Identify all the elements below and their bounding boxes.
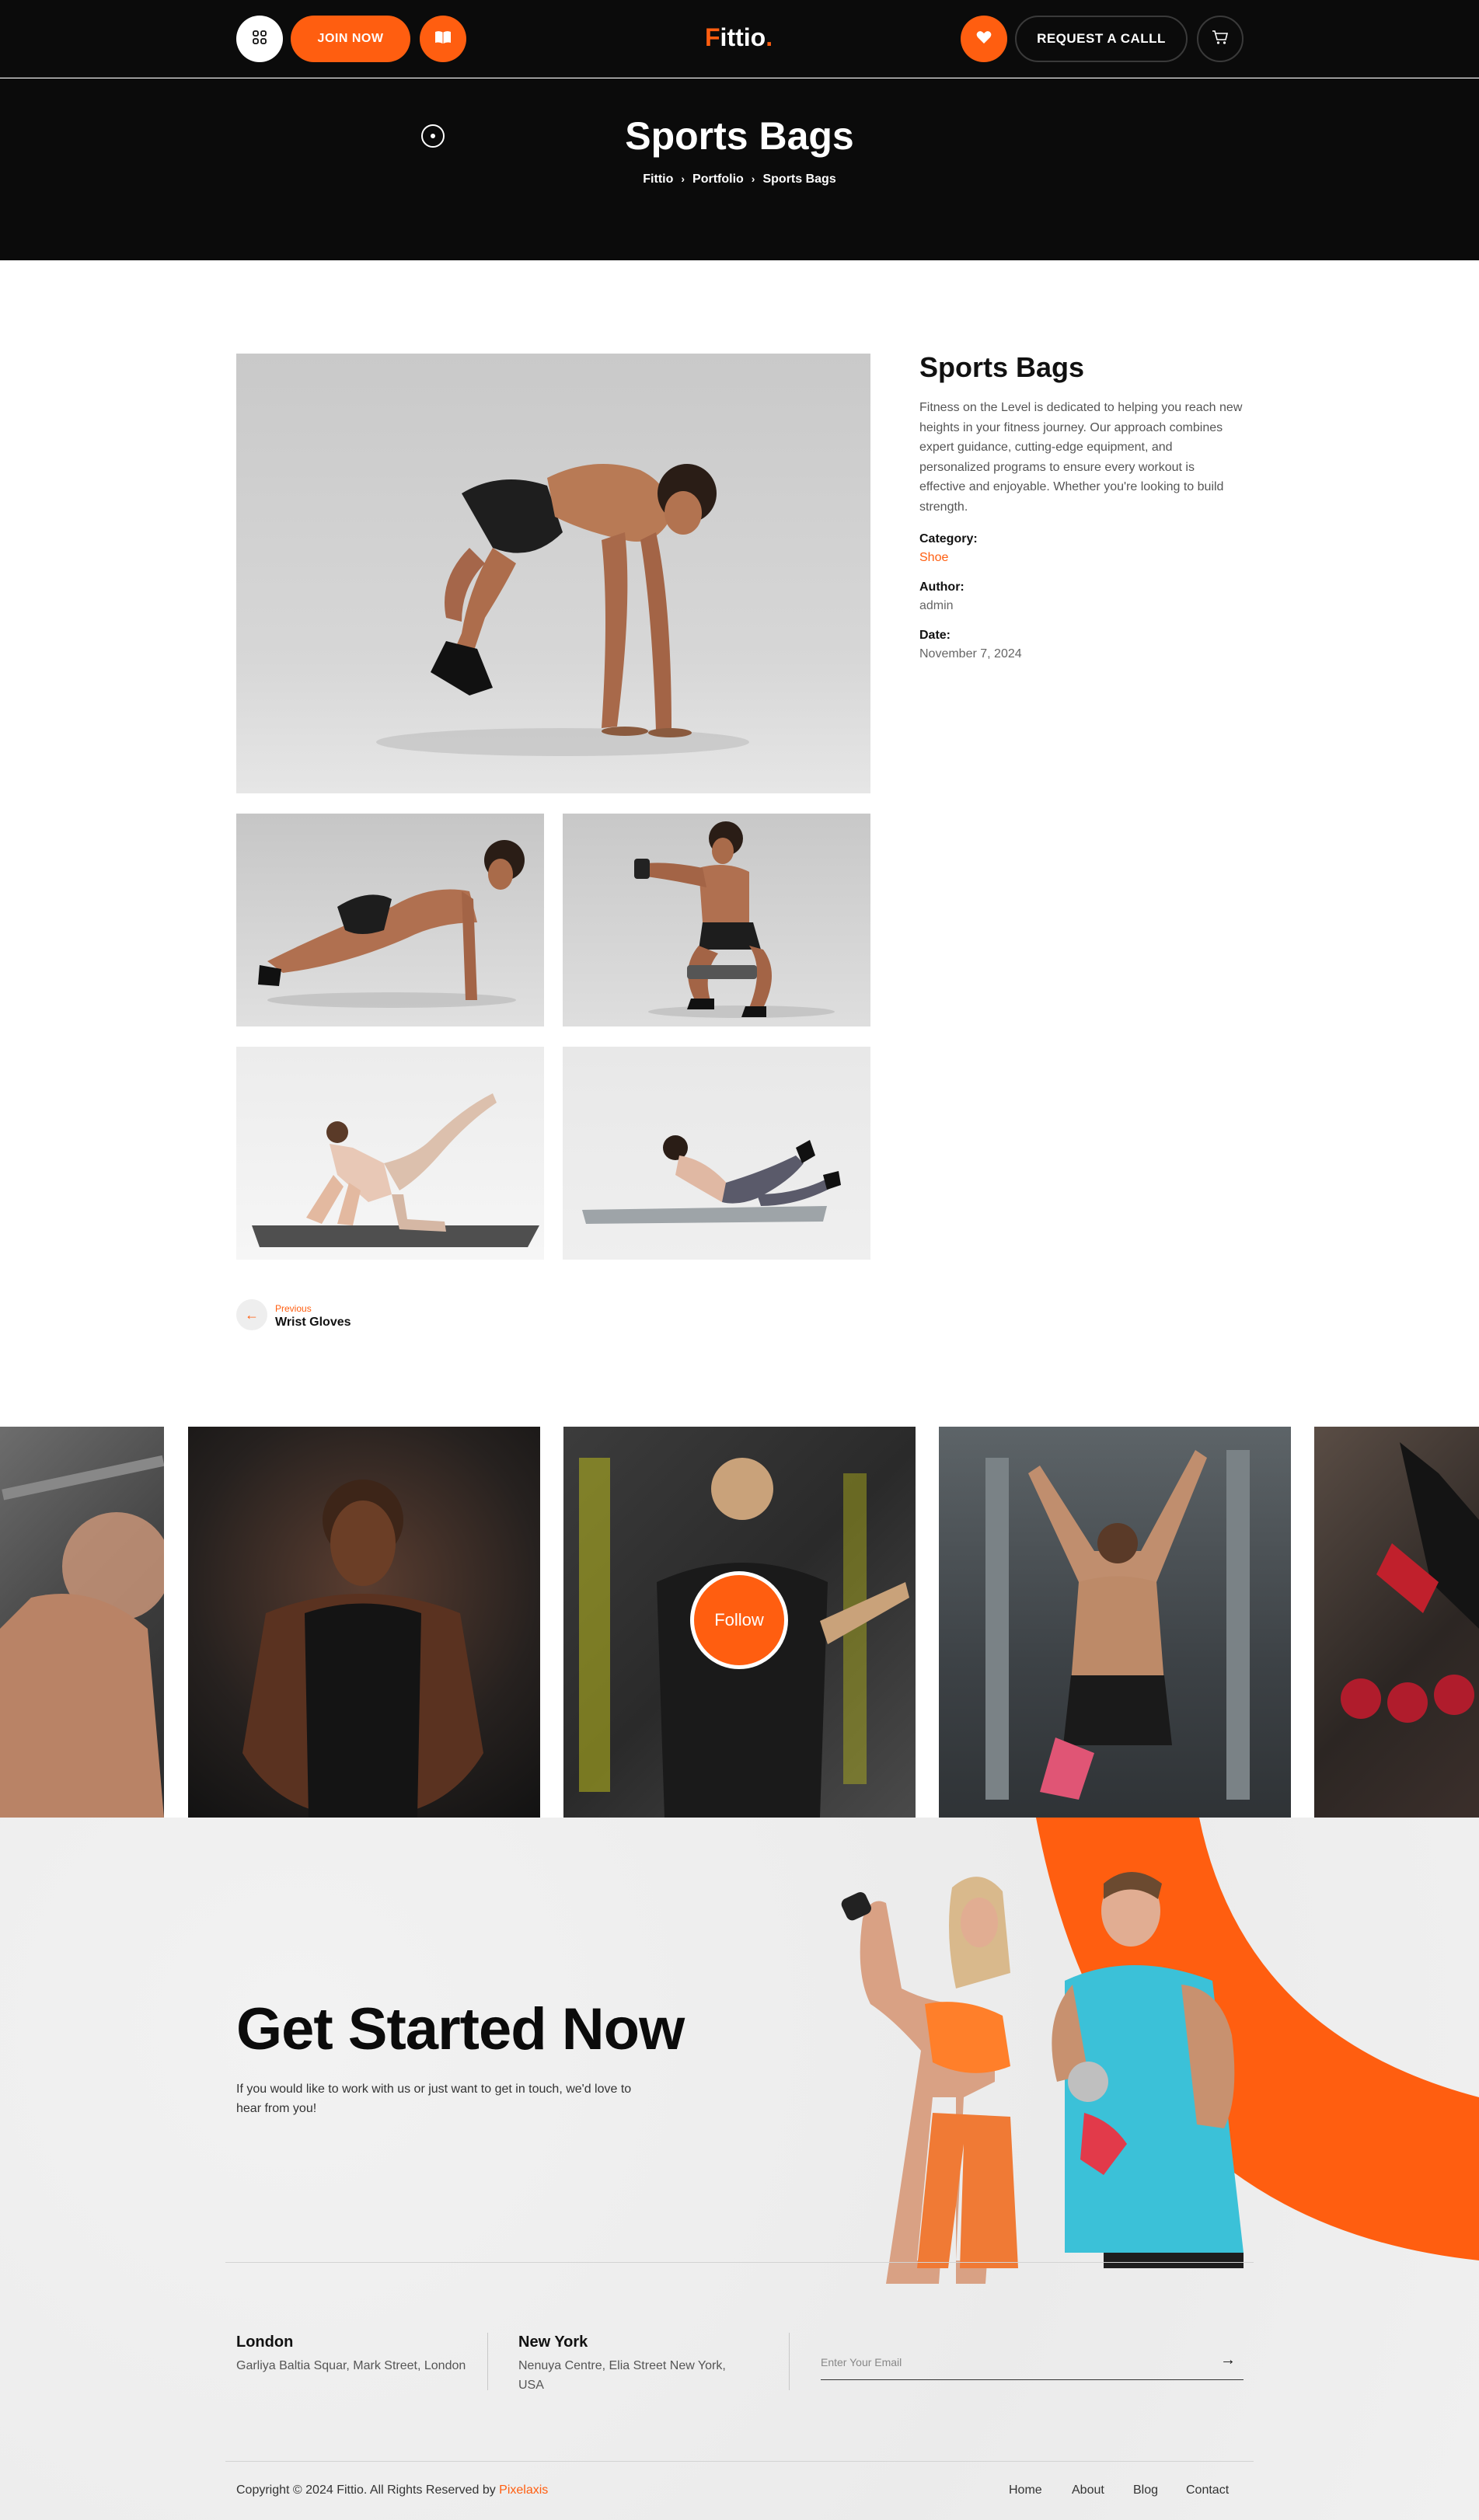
page-hero: Sports Bags Fittio › Portfolio › Sports Bags [0,78,1479,260]
email-underline [821,2379,1244,2380]
cta-section [0,1818,1479,2520]
copyright: Copyright © 2024 Fittio. All Rights Rese… [236,2483,549,2497]
divider [225,2262,1254,2263]
wishlist-button[interactable] [961,16,1007,62]
menu-button[interactable] [236,16,283,62]
main-portfolio-image [236,354,870,793]
author-value: admin [919,599,954,612]
breadcrumb-home[interactable]: Fittio [643,173,673,186]
location-city: New York [518,2334,588,2351]
breadcrumb: Fittio › Portfolio › Sports Bags [0,173,1479,186]
category-label: Category: [919,532,978,545]
heart-icon [976,30,992,48]
gallery-image[interactable] [1314,1427,1479,1818]
gallery-thumbnail[interactable] [563,814,870,1026]
breadcrumb-current: Sports Bags [762,173,836,186]
footer-link-blog[interactable]: Blog [1133,2483,1158,2497]
join-now-button[interactable]: JOIN NOW [291,16,410,62]
gallery-thumbnail[interactable] [563,1047,870,1260]
author-label: Author: [919,580,964,594]
site-logo[interactable]: Fittio. [705,23,773,52]
category-link[interactable]: Shoe [919,551,1243,565]
arrow-right-icon[interactable]: → [1220,2351,1236,2369]
gallery-image[interactable] [0,1427,164,1818]
book-icon [434,30,452,48]
gallery-thumbnail[interactable] [236,1047,544,1260]
chevron-right-icon: › [751,173,755,185]
location-new-york: New York Nenuya Centre, Elia Street New … [518,2334,752,2395]
date-value: November 7, 2024 [919,647,1022,660]
cart-button[interactable] [1197,16,1244,62]
footer-link-contact[interactable]: Contact [1186,2483,1229,2497]
date-label: Date: [919,629,951,642]
project-description: Fitness on the Level is dedicated to hel… [919,401,1243,514]
location-london: London Garliya Baltia Squar, Mark Street… [236,2334,469,2375]
follow-button[interactable]: Follow [690,1571,788,1669]
site-header: JOIN NOW Fittio. REQUEST A CALLL [0,0,1479,78]
page-title: Sports Bags [625,114,854,158]
request-call-button[interactable]: REQUEST A CALLL [1015,16,1188,62]
breadcrumb-portfolio[interactable]: Portfolio [692,173,744,186]
arrow-left-icon[interactable]: ← [236,1299,267,1330]
gallery-thumbnail[interactable] [236,814,544,1026]
footer-link-about[interactable]: About [1072,2483,1104,2497]
previous-title[interactable]: Wrist Gloves [275,1316,351,1330]
brand-link[interactable]: Pixelaxis [499,2483,548,2497]
cta-title: Get Started Now [236,1996,685,2062]
email-input[interactable]: Enter Your Email [821,2356,902,2368]
book-button[interactable] [420,16,466,62]
location-address: Nenuya Centre, Elia Street New York, USA [518,2359,726,2392]
gallery-image[interactable] [939,1427,1291,1818]
divider [487,2333,488,2390]
location-address: Garliya Baltia Squar, Mark Street, Londo… [236,2359,466,2372]
footer-link-home[interactable]: Home [1009,2483,1042,2497]
divider [789,2333,790,2390]
grid-icon [252,30,267,49]
project-details: Sports Bags Fitness on the Level is dedi… [919,351,1243,661]
cta-text: If you would like to work with us or jus… [236,2083,632,2115]
project-title: Sports Bags [919,351,1085,383]
chevron-right-icon: › [681,173,685,185]
previous-label: Previous [275,1303,312,1314]
location-city: London [236,2334,294,2351]
cart-icon [1212,30,1229,49]
divider [225,2461,1254,2462]
gallery-image[interactable] [188,1427,540,1818]
